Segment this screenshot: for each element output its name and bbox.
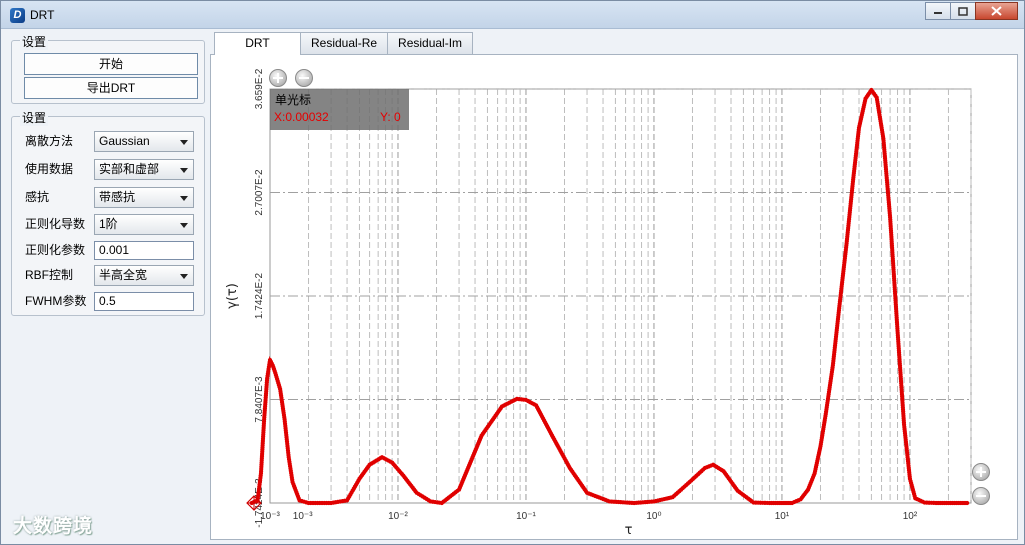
zoom-in-x-icon[interactable] [972, 463, 990, 481]
fwhm-input[interactable]: 0.5 [94, 292, 194, 311]
window-controls [925, 2, 1018, 20]
zoom-out-x-icon[interactable] [972, 487, 990, 505]
y-axis-label: γ(τ) [225, 283, 240, 309]
rbf-label: RBF控制 [25, 268, 74, 282]
fwhm-label: FWHM参数 [25, 294, 87, 308]
export-drt-button[interactable]: 导出DRT [24, 77, 198, 99]
actions-group-title: 设置 [20, 33, 49, 50]
zoom-in-y-icon[interactable] [269, 69, 287, 87]
x-tick-label: 10¹ [775, 511, 790, 522]
data-source-value: 实部和虚部 [99, 162, 160, 176]
y-tick-label: 2.7007E-2 [254, 169, 265, 216]
cursor-y-value: Y: 0 [380, 110, 401, 124]
chevron-down-icon [180, 140, 188, 145]
minimize-button[interactable] [925, 2, 951, 20]
settings-panel: 设置 开始 导出DRT 设置 离散方法 Gaussian 使用数据 实部和虚部 … [11, 32, 205, 316]
actions-group: 设置 开始 导出DRT [11, 33, 205, 104]
reg-derivative-value: 1阶 [99, 217, 118, 231]
close-button[interactable] [975, 2, 1018, 20]
close-icon [991, 6, 1002, 16]
x-tick-label: 10² [903, 511, 918, 522]
chevron-down-icon [180, 196, 188, 201]
watermark: 大数跨境 [13, 516, 94, 537]
reg-derivative-select[interactable]: 1阶 [94, 214, 194, 235]
rbf-select[interactable]: 半高全宽 [94, 265, 194, 286]
start-button[interactable]: 开始 [24, 53, 198, 75]
discretization-value: Gaussian [99, 134, 150, 148]
data-point [964, 500, 970, 506]
maximize-button[interactable] [950, 2, 976, 20]
x-tick-label: 10⁰ [646, 511, 661, 522]
reg-param-input[interactable]: 0.001 [94, 241, 194, 260]
maximize-icon [958, 6, 968, 16]
chevron-down-icon [180, 274, 188, 279]
cursor-x-value: X:0.00032 [274, 110, 329, 124]
reg-param-label: 正则化参数 [25, 243, 86, 257]
drt-chart-panel: -1.7424E-3 7.8407E-3 1.7424E-2 2.7007E-2 3.6… [210, 54, 1018, 540]
x-tick-label: 10⁻¹ [516, 511, 536, 522]
params-group: 设置 离散方法 Gaussian 使用数据 实部和虚部 感抗 带感抗 正则化导数… [11, 109, 205, 316]
inductance-label: 感抗 [25, 190, 50, 204]
params-group-title: 设置 [20, 109, 49, 126]
x-axis-label: τ [625, 523, 633, 538]
tab-drt[interactable]: DRT [214, 32, 301, 55]
rbf-value: 半高全宽 [99, 268, 148, 282]
app-logo-icon: D [10, 8, 25, 23]
cursor-readout: 单光标 X:0.00032 Y: 0 [270, 89, 409, 130]
y-tick-label: 1.7424E-2 [254, 272, 265, 319]
inductance-value: 带感抗 [99, 190, 136, 204]
discretization-select[interactable]: Gaussian [94, 131, 194, 152]
tab-residual-im[interactable]: Residual-Im [387, 32, 474, 54]
x-tick-label: 10⁻² [388, 511, 408, 522]
tab-bar: DRT Residual-Re Residual-Im [214, 32, 474, 55]
drt-window: D DRT 设置 开始 导出DRT 设置 离散方法 Gaussian 使用数据 … [0, 0, 1025, 545]
chevron-down-icon [180, 168, 188, 173]
data-source-label: 使用数据 [25, 162, 74, 176]
title-bar[interactable]: D DRT [1, 1, 1024, 29]
chevron-down-icon [180, 223, 188, 228]
discretization-label: 离散方法 [25, 134, 74, 148]
data-source-select[interactable]: 实部和虚部 [94, 159, 194, 180]
x-tick-label: 10⁻³ [293, 511, 313, 522]
window-title: DRT [30, 8, 55, 22]
x-tick-label: 10⁻³ [260, 511, 280, 522]
zoom-out-y-icon[interactable] [295, 69, 313, 87]
tab-residual-re[interactable]: Residual-Re [300, 32, 389, 54]
reg-derivative-label: 正则化导数 [25, 217, 86, 231]
minimize-icon [934, 12, 942, 14]
cursor-title: 单光标 [275, 93, 312, 107]
inductance-select[interactable]: 带感抗 [94, 187, 194, 208]
y-tick-label: 3.659E-2 [254, 68, 265, 109]
